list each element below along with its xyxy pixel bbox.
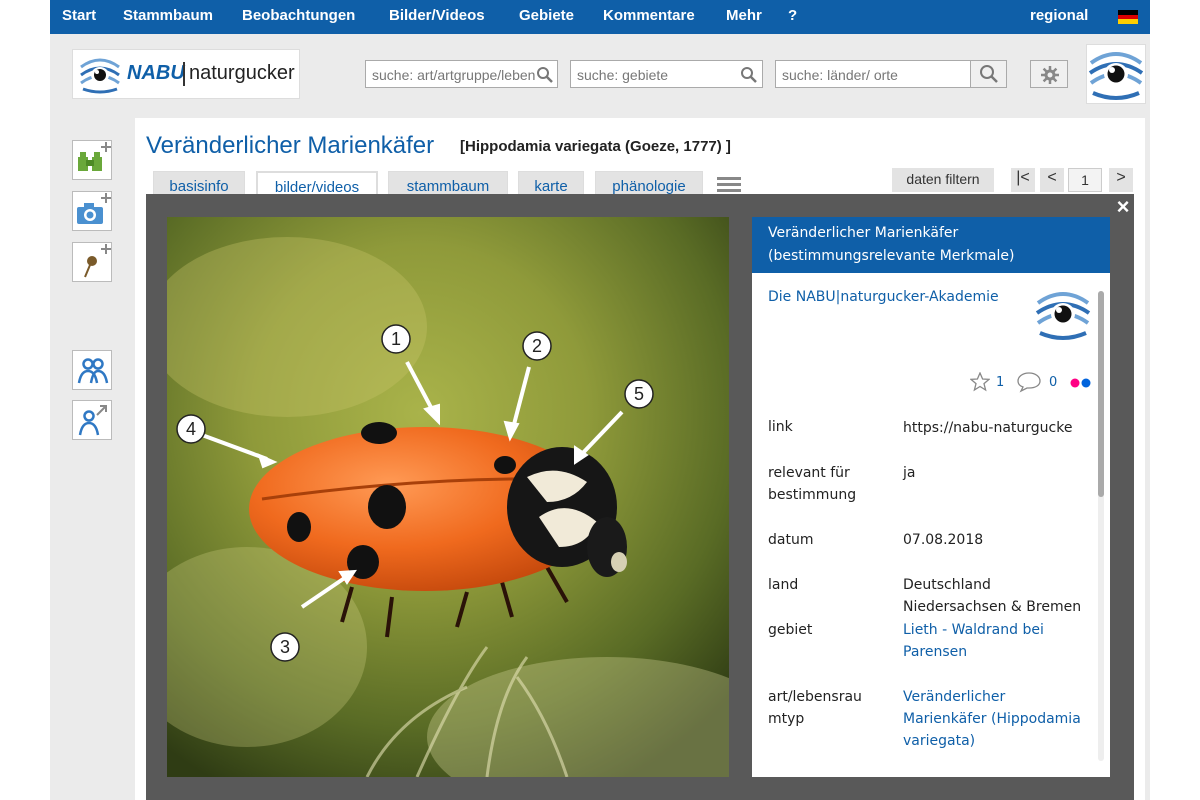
- camera-add-icon: [77, 193, 111, 224]
- search-gebiete-input[interactable]: suche: gebiete: [570, 60, 763, 88]
- relevant-label-line1: relevant für: [768, 465, 850, 481]
- group-icon: [77, 358, 109, 384]
- author-avatar-icon[interactable]: [1034, 285, 1092, 343]
- nav-bilder-videos[interactable]: Bilder/Videos: [389, 7, 485, 24]
- link-label: link: [768, 419, 793, 435]
- next-page-button[interactable]: >: [1109, 168, 1133, 192]
- ladybug-image: 1 2 3 4 5: [167, 217, 729, 777]
- add-location-button[interactable]: [72, 242, 112, 282]
- user-share-icon: [78, 405, 107, 436]
- land-value: Deutschland: [903, 577, 991, 593]
- nav-mehr[interactable]: Mehr: [726, 7, 762, 24]
- star-icon[interactable]: [970, 372, 990, 392]
- pin-add-icon: [84, 244, 111, 278]
- author-link[interactable]: Die NABU|naturgucker-Akademie: [768, 289, 999, 305]
- info-title-line2: (bestimmungsrelevante Merkmale): [768, 248, 1015, 264]
- search-icon[interactable]: [536, 66, 554, 84]
- callout-1: 1: [391, 329, 401, 349]
- datum-value: 07.08.2018: [903, 532, 984, 548]
- callout-4: 4: [186, 419, 196, 439]
- search-art-placeholder: suche: art/artgruppe/leben: [372, 67, 536, 83]
- info-header: Veränderlicher Marienkäfer (bestimmungsr…: [752, 217, 1110, 273]
- group-button[interactable]: [72, 350, 112, 390]
- nabu-naturgucker-logo[interactable]: NABU naturgucker: [72, 49, 300, 99]
- likes-count: 1: [996, 375, 1005, 390]
- close-button[interactable]: ×: [1112, 196, 1134, 218]
- gebiet-value-line1[interactable]: Lieth - Waldrand bei: [903, 622, 1044, 638]
- settings-button[interactable]: [1030, 60, 1068, 88]
- link-value[interactable]: https://nabu-naturgucker.de: [903, 420, 1073, 436]
- user-avatar[interactable]: [1086, 44, 1146, 104]
- binoculars-add-icon: [78, 142, 111, 171]
- gebiet-label: gebiet: [768, 622, 813, 638]
- relevant-label-line2: bestimmung: [768, 487, 857, 503]
- top-navigation: Start Stammbaum Beobachtungen Bilder/Vid…: [50, 0, 1150, 34]
- nav-gebiete[interactable]: Gebiete: [519, 7, 574, 24]
- search-orte-button[interactable]: [970, 61, 1006, 87]
- art-value-line2[interactable]: Marienkäfer (Hippodamia: [903, 711, 1081, 727]
- art-label-line2: mtyp: [768, 711, 805, 727]
- comments-count: 0: [1049, 375, 1058, 390]
- nav-help[interactable]: ?: [788, 7, 797, 24]
- search-gebiete-placeholder: suche: gebiete: [577, 67, 669, 83]
- art-label-line1: art/lebensrau: [768, 689, 862, 705]
- search-icon: [980, 65, 998, 83]
- gear-icon: [1041, 66, 1059, 84]
- nav-beobachtungen[interactable]: Beobachtungen: [242, 7, 355, 24]
- art-value-line1[interactable]: Veränderlicher: [903, 689, 1005, 705]
- first-page-button[interactable]: |<: [1011, 168, 1035, 192]
- user-share-button[interactable]: [72, 400, 112, 440]
- callout-5: 5: [634, 384, 644, 404]
- eye-avatar-icon: [1088, 52, 1144, 100]
- prev-page-button[interactable]: <: [1040, 168, 1064, 192]
- page-number[interactable]: 1: [1068, 168, 1102, 192]
- region-value: Niedersachsen & Bremen: [903, 599, 1082, 615]
- search-icon[interactable]: [740, 66, 758, 84]
- nav-kommentare[interactable]: Kommentare: [603, 7, 695, 24]
- add-observation-button[interactable]: [72, 140, 112, 180]
- comment-icon[interactable]: [1016, 371, 1042, 393]
- logo-nabu-text: NABU: [127, 62, 185, 84]
- ladybug-photo[interactable]: 1 2 3 4 5: [167, 217, 729, 777]
- nav-stammbaum[interactable]: Stammbaum: [123, 7, 213, 24]
- filter-button[interactable]: daten filtern: [892, 168, 994, 192]
- eye-logo-icon: [80, 58, 120, 94]
- nav-regional[interactable]: regional: [1030, 7, 1088, 24]
- land-label: land: [768, 577, 799, 593]
- search-orte-placeholder: suche: länder/ orte: [782, 67, 898, 83]
- logo-separator: [183, 62, 185, 86]
- search-orte-input[interactable]: suche: länder/ orte: [775, 60, 1007, 88]
- menu-icon[interactable]: [717, 177, 741, 193]
- scientific-name: [Hippodamia variegata (Goeze, 1777) ]: [460, 138, 731, 155]
- info-title-line1: Veränderlicher Marienkäfer: [768, 225, 959, 241]
- german-flag-icon[interactable]: [1118, 10, 1138, 24]
- datum-label: datum: [768, 532, 814, 548]
- image-info-panel: Veränderlicher Marienkäfer (bestimmungsr…: [752, 217, 1110, 777]
- nav-start[interactable]: Start: [62, 7, 96, 24]
- search-art-input[interactable]: suche: art/artgruppe/leben: [365, 60, 558, 88]
- logo-naturgucker-text: naturgucker: [189, 62, 295, 84]
- scrollbar-thumb[interactable]: [1098, 291, 1104, 497]
- flickr-icon[interactable]: [1070, 378, 1094, 388]
- add-photo-button[interactable]: [72, 191, 112, 231]
- callout-2: 2: [532, 336, 542, 356]
- species-title: Veränderlicher Marienkäfer: [146, 132, 435, 159]
- art-value-line3[interactable]: variegata): [903, 733, 975, 749]
- relevant-value: ja: [903, 465, 916, 481]
- gebiet-value-line2[interactable]: Parensen: [903, 644, 967, 660]
- callout-3: 3: [280, 637, 290, 657]
